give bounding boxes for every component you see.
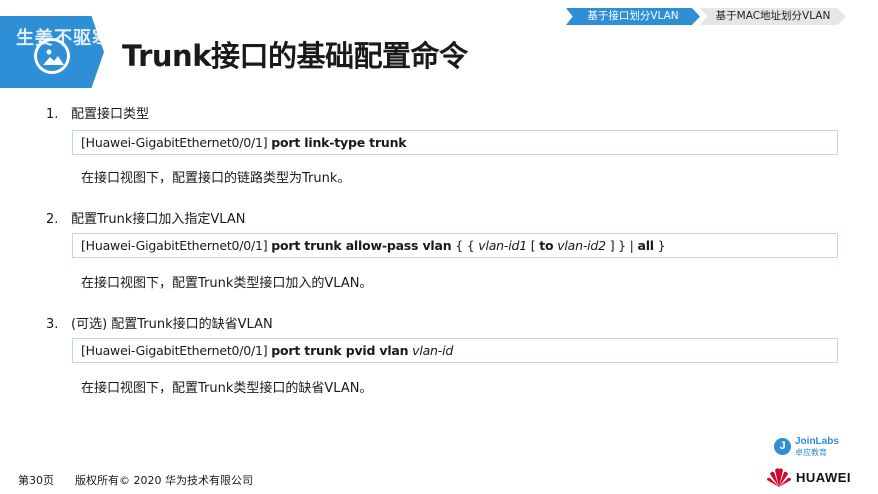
watermark-text: 生姜不驱寒: [16, 28, 111, 49]
cmd-syntax: [: [530, 238, 536, 253]
cmd-param: vlan-id2: [557, 238, 606, 253]
cmd-keyword: port link-type trunk: [271, 135, 407, 150]
cmd-param: vlan-id1: [478, 238, 527, 253]
cmd-prompt: [Huawei-GigabitEthernet0/0/1]: [81, 135, 268, 150]
cmd-param: vlan-id: [412, 343, 454, 358]
step-title: (可选) 配置Trunk接口的缺省VLAN: [71, 317, 273, 332]
step-2-description: 在接口视图下，配置Trunk类型接口加入的VLAN。: [81, 276, 373, 291]
cmd-keyword: port trunk allow-pass vlan: [271, 238, 452, 253]
joinlabs-subtitle: 卓应教育: [795, 448, 827, 457]
huawei-logo: HUAWEI: [766, 466, 866, 488]
cmd-syntax: { {: [455, 238, 475, 253]
joinlabs-icon: J: [774, 438, 791, 455]
step-3-description: 在接口视图下，配置Trunk类型接口的缺省VLAN。: [81, 381, 373, 396]
cmd-keyword: port trunk pvid vlan: [271, 343, 409, 358]
page-title: Trunk接口的基础配置命令: [122, 39, 468, 73]
step-title: 配置接口类型: [71, 107, 150, 122]
copyright-text: 版权所有© 2020 华为技术有限公司: [75, 474, 253, 487]
command-box-allow-pass: [Huawei-GigabitEthernet0/0/1] port trunk…: [72, 233, 838, 258]
step-1-heading: 1. 配置接口类型: [46, 103, 149, 122]
command-box-link-type: [Huawei-GigabitEthernet0/0/1] port link-…: [72, 130, 838, 155]
tab-interface-vlan[interactable]: 基于接口划分VLAN: [566, 8, 700, 25]
huawei-flower-icon: [767, 468, 791, 487]
tab-mac-vlan[interactable]: 基于MAC地址划分VLAN: [700, 8, 846, 25]
cmd-keyword: all: [637, 238, 654, 253]
joinlabs-name: JoinLabs: [795, 436, 839, 447]
cmd-syntax: ] } |: [609, 238, 634, 253]
step-number: 1.: [46, 107, 59, 122]
step-1-description: 在接口视图下，配置接口的链路类型为Trunk。: [81, 171, 351, 186]
cmd-prompt: [Huawei-GigabitEthernet0/0/1]: [81, 238, 268, 253]
huawei-wordmark: HUAWEI: [796, 470, 851, 485]
command-box-pvid: [Huawei-GigabitEthernet0/0/1] port trunk…: [72, 338, 838, 363]
step-3-heading: 3. (可选) 配置Trunk接口的缺省VLAN: [46, 313, 273, 332]
cmd-keyword: to: [539, 238, 554, 253]
step-number: 3.: [46, 317, 59, 332]
cmd-prompt: [Huawei-GigabitEthernet0/0/1]: [81, 343, 268, 358]
cmd-syntax: }: [657, 238, 666, 253]
step-number: 2.: [46, 212, 59, 227]
step-2-heading: 2. 配置Trunk接口加入指定VLAN: [46, 208, 245, 227]
step-title: 配置Trunk接口加入指定VLAN: [71, 212, 246, 227]
page-number: 第30页: [18, 474, 54, 487]
